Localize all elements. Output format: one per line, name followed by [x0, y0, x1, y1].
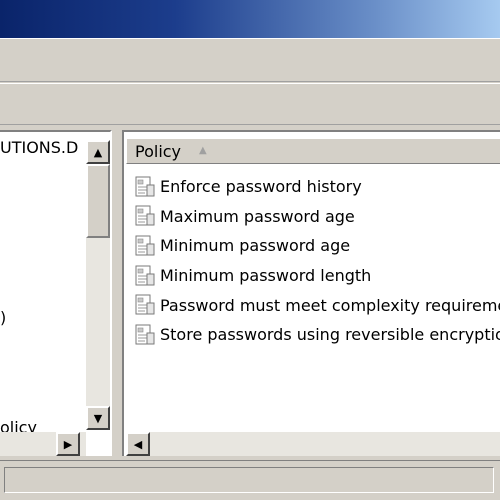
list-horizontal-scrollbar[interactable]: ◀: [126, 432, 500, 456]
policy-name: Minimum password age: [160, 236, 351, 256]
menu-bar: [0, 42, 500, 82]
policy-setting-icon: [135, 235, 155, 256]
policy-list-pane: Policy ▲ Enforce password history Maximum…: [122, 130, 500, 456]
tree-horizontal-scrollbar[interactable]: ▶: [0, 432, 86, 456]
column-header-policy[interactable]: Policy ▲: [126, 138, 500, 164]
policy-name: Password must meet complexity requiremen…: [160, 295, 500, 315]
scroll-right-button[interactable]: ▶: [56, 432, 80, 456]
tree-root-item[interactable]: UTIONS.D: [0, 138, 86, 157]
policy-name: Minimum password length: [160, 266, 372, 286]
tree-vertical-scrollbar[interactable]: ▲ ▼: [86, 140, 110, 430]
policy-setting-icon: [135, 294, 155, 315]
policy-setting-icon: [135, 205, 155, 226]
policy-setting-icon: [135, 324, 155, 345]
policy-name: Maximum password age: [160, 206, 355, 226]
policy-name: Enforce password history: [160, 177, 362, 197]
main-content: UTIONS.D ) olicy ▲ ▼ ▶ Policy ▲ Enforce …: [0, 126, 500, 460]
list-item[interactable]: Minimum password length: [134, 261, 500, 291]
triangle-left-icon: ◀: [133, 437, 143, 451]
column-header-label: Policy: [135, 142, 182, 161]
triangle-down-icon: ▼: [93, 411, 103, 425]
policy-list: Enforce password history Maximum password…: [134, 172, 500, 350]
pane-splitter[interactable]: [114, 126, 122, 460]
list-item[interactable]: Store passwords using reversible encrypt…: [134, 320, 500, 350]
scroll-left-button[interactable]: ◀: [126, 432, 150, 456]
scroll-up-button[interactable]: ▲: [86, 140, 110, 164]
status-bar: [0, 460, 500, 500]
list-item[interactable]: Minimum password age: [134, 231, 500, 261]
policy-name: Store passwords using reversible encrypt…: [160, 325, 500, 345]
console-tree-pane: UTIONS.D ) olicy ▲ ▼ ▶: [0, 130, 112, 456]
policy-setting-icon: [135, 176, 155, 197]
triangle-up-icon: ▲: [93, 145, 103, 159]
scroll-down-button[interactable]: ▼: [86, 406, 110, 430]
list-item[interactable]: Maximum password age: [134, 202, 500, 232]
policy-setting-icon: [135, 265, 155, 286]
list-item[interactable]: Enforce password history: [134, 172, 500, 202]
list-item[interactable]: Password must meet complexity requiremen…: [134, 290, 500, 320]
window-title-bar[interactable]: [0, 0, 500, 38]
toolbar: [0, 83, 500, 125]
scroll-thumb[interactable]: [86, 164, 110, 238]
sort-ascending-icon: ▲: [199, 145, 207, 156]
tree-item-partial[interactable]: ): [0, 308, 10, 327]
status-panel: [4, 467, 494, 493]
triangle-right-icon: ▶: [63, 437, 73, 451]
